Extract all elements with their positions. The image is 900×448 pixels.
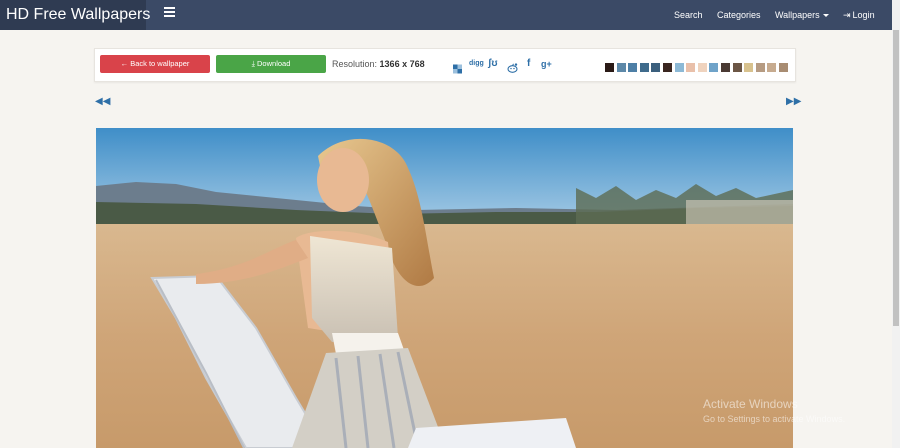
color-swatch[interactable] xyxy=(605,63,614,72)
color-swatch[interactable] xyxy=(639,63,649,72)
resolution-info: Resolution: 1366 x 768 xyxy=(332,55,425,73)
color-swatch[interactable] xyxy=(628,63,638,72)
nav-login-label: Login xyxy=(852,10,875,20)
google-plus-icon[interactable]: g+ xyxy=(541,55,552,73)
facebook-icon[interactable]: f xyxy=(527,55,530,73)
nav-wallpapers-label: Wallpapers xyxy=(775,10,820,20)
wallpaper-preview xyxy=(96,128,793,448)
caret-down-icon xyxy=(822,14,829,18)
digg-icon[interactable]: digg xyxy=(469,55,484,73)
nav-wallpapers-dropdown[interactable]: Wallpapers xyxy=(775,0,829,30)
arrow-left-icon: ← xyxy=(120,59,131,68)
stumbleupon-icon[interactable]: ʃʊ xyxy=(488,55,498,73)
nav-categories-label: Categories xyxy=(717,10,761,20)
resolution-value: 1366 x 768 xyxy=(379,59,425,69)
double-arrow-right-icon[interactable]: ▶▶ xyxy=(786,97,801,107)
nav-login[interactable]: ⇥ Login xyxy=(843,0,875,30)
login-icon: ⇥ xyxy=(843,10,851,20)
color-swatch[interactable] xyxy=(767,63,777,72)
scrollbar-thumb[interactable] xyxy=(893,30,899,326)
color-swatch[interactable] xyxy=(651,63,661,72)
color-swatch[interactable] xyxy=(686,63,696,72)
download-button[interactable]: ⤓ Download xyxy=(216,55,326,73)
navbar: HD Free Wallpapers Search Categories Wal… xyxy=(0,0,892,30)
resolution-label: Resolution: xyxy=(332,59,378,69)
color-swatch[interactable] xyxy=(755,63,765,72)
page-scrollbar[interactable] xyxy=(892,0,900,448)
wallpaper-image[interactable] xyxy=(96,128,793,448)
activate-windows-subtitle: Go to Settings to activate Windows. xyxy=(703,414,846,424)
color-swatch[interactable] xyxy=(663,63,672,72)
color-swatch[interactable] xyxy=(779,63,788,72)
back-button-label: Back to wallpaper xyxy=(130,59,190,68)
reddit-icon[interactable] xyxy=(507,59,518,77)
nav-search[interactable]: Search xyxy=(674,0,703,30)
brand-logo[interactable]: HD Free Wallpapers xyxy=(0,0,150,30)
activate-windows-title: Activate Windows xyxy=(703,397,798,411)
hamburger-menu-icon[interactable] xyxy=(164,7,175,17)
nav-categories[interactable]: Categories xyxy=(717,0,761,30)
color-swatch[interactable] xyxy=(697,63,707,72)
color-swatch[interactable] xyxy=(674,63,684,72)
double-arrow-left-icon[interactable]: ◀◀ xyxy=(95,97,110,107)
color-swatch[interactable] xyxy=(721,63,730,72)
download-button-label: Download xyxy=(257,59,291,68)
delicious-icon[interactable] xyxy=(453,60,462,78)
color-swatch[interactable] xyxy=(732,63,742,72)
color-swatch[interactable] xyxy=(744,63,754,72)
wallpaper-toolbar: ← Back to wallpaper ⤓ Download Resolutio… xyxy=(94,48,796,82)
color-swatch[interactable] xyxy=(616,63,626,72)
color-swatch[interactable] xyxy=(709,63,719,72)
nav-search-label: Search xyxy=(674,10,703,20)
back-to-wallpaper-button[interactable]: ← Back to wallpaper xyxy=(100,55,210,73)
